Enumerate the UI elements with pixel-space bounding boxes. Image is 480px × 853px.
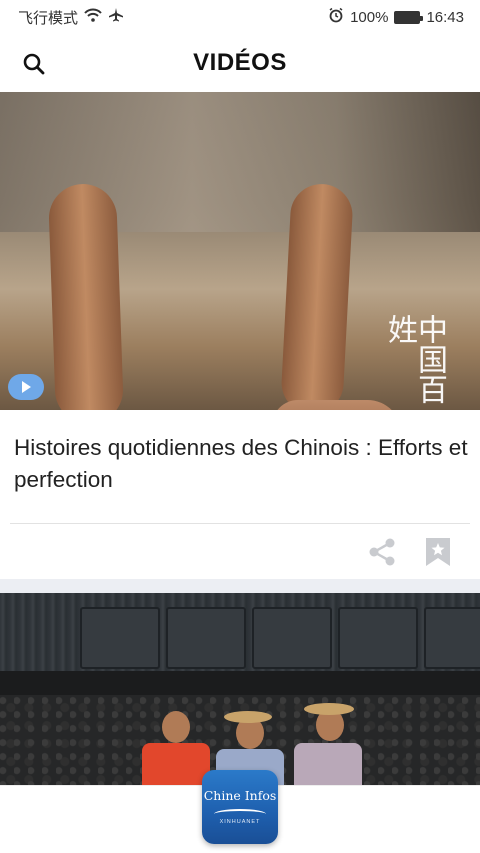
bookmark-button[interactable] (424, 536, 452, 568)
card-divider (10, 523, 470, 524)
card-separator (0, 579, 480, 593)
thumbnail-figure-right-hand (272, 400, 402, 410)
carrier-text: 飞行模式 (18, 9, 79, 27)
thumbnail-worker-hat (224, 711, 272, 723)
share-icon (369, 538, 395, 566)
train-panel (166, 607, 246, 669)
video-thumbnail-2[interactable] (0, 593, 480, 785)
thumbnail-figure-right-arm (280, 182, 354, 410)
page-title: VIDÉOS (193, 49, 287, 76)
train-panel (338, 607, 418, 669)
video-title[interactable]: Histoires quotidiennes des Chinois : Eff… (14, 432, 470, 496)
clock-time: 16:43 (426, 8, 464, 26)
status-left: 飞行模式 (18, 7, 124, 28)
thumbnail-worker-hat (304, 703, 354, 715)
status-bar: 飞行模式 100% 16:43 (0, 0, 480, 34)
app-icon-label: Chine Infos (203, 788, 277, 803)
app-header: VIDÉOS (0, 34, 480, 92)
airplane-icon (108, 7, 124, 27)
video-thumbnail[interactable]: 中国百姓 (0, 92, 480, 410)
thumbnail-figure-left-arm (47, 182, 125, 410)
train-panel (252, 607, 332, 669)
thumbnail-watermark: 中国百姓 (382, 314, 447, 404)
search-icon (23, 53, 45, 75)
thumbnail-worker-head (162, 711, 190, 743)
train-panel (80, 607, 160, 669)
battery-percent: 100% (350, 8, 389, 26)
share-button[interactable] (366, 536, 398, 568)
alarm-icon (328, 7, 344, 27)
battery-icon (394, 10, 424, 24)
play-icon (22, 381, 31, 393)
app-home-button[interactable]: Chine Infos XINHUANET (202, 770, 278, 844)
play-button[interactable] (8, 374, 44, 400)
thumbnail-worker (294, 743, 362, 785)
thumbnail-worker (142, 743, 210, 785)
wifi-icon (84, 8, 102, 26)
app-icon-arc (214, 809, 266, 819)
search-button[interactable] (18, 48, 50, 80)
status-right: 100% 16:43 (328, 7, 464, 27)
app-icon-sublabel: XINHUANET (219, 819, 261, 825)
train-panel (424, 607, 480, 669)
bookmark-star-icon (426, 538, 450, 566)
